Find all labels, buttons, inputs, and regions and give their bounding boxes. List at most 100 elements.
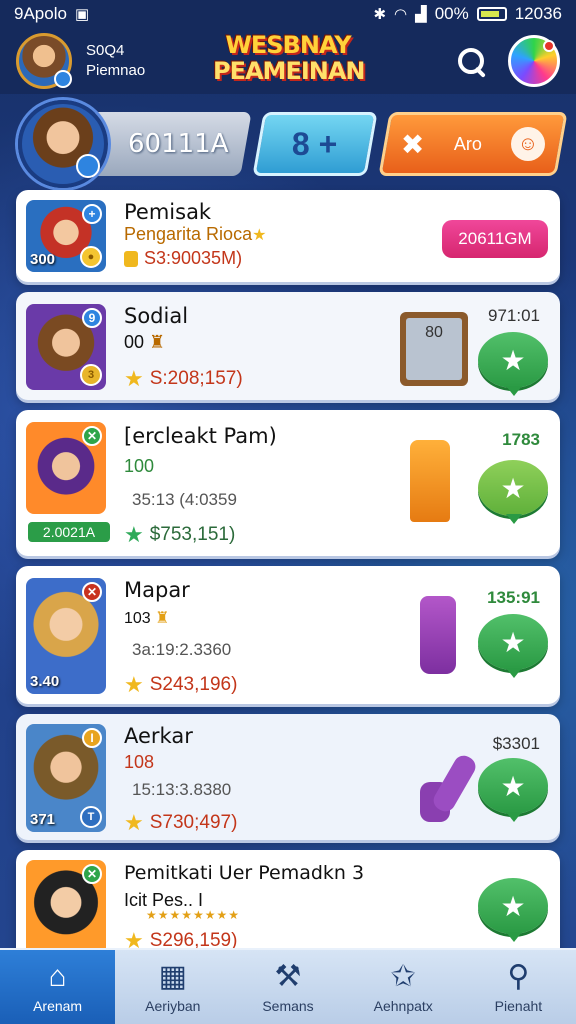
star-icon: ★: [500, 472, 526, 504]
trophy-icon: ♜: [149, 332, 166, 352]
item-thumbnail: + 300 ●: [26, 200, 106, 272]
bottle-icon: [420, 596, 456, 674]
smile-icon: ☺: [510, 127, 545, 161]
coin-icon: ●: [80, 246, 102, 268]
calendar-icon: ▦: [158, 960, 187, 993]
nav-item-home[interactable]: ⌂ Arenam: [0, 950, 116, 1024]
list-item[interactable]: 9 3 Sodial 00 ♜ ★ S:208;157) 80 971:01 ★: [16, 292, 560, 400]
thumb-tag-icon: ✕: [82, 864, 102, 884]
list-item[interactable]: ✕ 2.0021A [ercleakt Pam) 100 35:13 (4:03…: [16, 410, 560, 556]
nav-label: Aehnpatx: [373, 998, 433, 1014]
thumb-label: 3.40: [30, 673, 60, 690]
favorite-button[interactable]: ★: [478, 614, 548, 678]
item-subtitle-text: Pengarita Rioca: [124, 224, 253, 244]
search-icon[interactable]: [456, 46, 486, 76]
star-badge-icon: ✩: [390, 960, 416, 993]
item-subtitle: 00 ♜: [124, 332, 165, 353]
favorite-button[interactable]: ★: [478, 460, 548, 524]
item-rating-text: $753,151): [149, 524, 236, 545]
item-rating-text: S243,196): [149, 674, 238, 695]
star-icon: ★: [124, 522, 144, 547]
item-thumbnail: ✕ 3.40: [26, 578, 106, 694]
item-subtitle-text: 103: [124, 610, 151, 627]
thumb-tag-icon: I: [82, 728, 102, 748]
note-board-icon: 80: [400, 312, 468, 386]
notification-icon: ▣: [74, 6, 90, 23]
app-logo: WESBNAY PEAMEINAN: [213, 31, 366, 85]
item-title: [ercleakt Pam): [124, 424, 277, 448]
user-avatar[interactable]: [16, 33, 72, 89]
star-icon: ★: [124, 672, 144, 697]
pipe-icon: [414, 744, 480, 822]
action-button-label: Aro: [453, 133, 482, 154]
bottom-nav: ⌂ Arenam ▦ Aeriyban ⚒ Semans ✩ Aehnpatx …: [0, 948, 576, 1024]
thumb-tag-icon: +: [82, 204, 102, 224]
item-title: Pemitkati Uer Pemadkn 3: [124, 862, 365, 884]
item-meta: 35:13 (4:0359: [132, 490, 237, 509]
item-subtitle: 103 ♜: [124, 608, 170, 628]
list-item[interactable]: ✕ 3.40 Mapar 103 ♜ 3a:19:2.3360 ★ S243,1…: [16, 566, 560, 704]
nav-item-tools[interactable]: ⚒ Semans: [230, 950, 345, 1024]
item-meta: 15:13:3.8380: [132, 780, 232, 799]
verified-badge-icon: [54, 70, 72, 88]
list-item[interactable]: + 300 ● Pemisak Pengarita Rioca★ S3:9003…: [16, 190, 560, 282]
item-rating: ★ S:208;157): [124, 366, 243, 392]
item-title: Aerkar: [124, 724, 193, 748]
note-board-label: 80: [406, 318, 462, 380]
item-subtitle: 108: [124, 752, 155, 772]
status-bar: 9Apolo ▣ ✱ ◠ ▟ 00% 12036: [0, 0, 576, 28]
item-chip: 2.0021A: [26, 520, 112, 544]
item-rating-text: S:208;157): [149, 368, 243, 389]
star-icon: ★: [124, 366, 144, 391]
item-title: Sodial: [124, 304, 189, 328]
clock: 12036: [514, 4, 562, 23]
item-title: Mapar: [124, 578, 190, 602]
wrench-icon: ✖: [401, 128, 425, 160]
item-side-value: 135:91: [487, 588, 540, 607]
logo-line-1: WESBNAY: [225, 31, 351, 59]
notification-dot-icon: [543, 40, 555, 52]
profile-orb-icon[interactable]: [508, 35, 560, 87]
nav-item-search[interactable]: ⚲ Pienaht: [461, 950, 576, 1024]
item-side-value: 1783: [502, 430, 540, 449]
battery-icon: [476, 7, 507, 21]
nav-label: Semans: [262, 998, 314, 1014]
logo-line-2: PEAMEINAN: [213, 57, 366, 85]
wifi-icon: ◠: [394, 6, 408, 23]
nav-label: Arenam: [33, 998, 83, 1014]
star-icon: ★: [500, 626, 526, 658]
item-rating: ★ S730;497): [124, 810, 237, 836]
add-button-label: 8 +: [292, 125, 338, 162]
hero-avatar[interactable]: [18, 100, 108, 188]
trophy-icon: ♜: [155, 610, 170, 627]
add-button[interactable]: 8 +: [252, 112, 378, 176]
tools-icon: ⚒: [274, 960, 302, 993]
item-thumbnail: ✕: [26, 422, 106, 514]
battery-percent: 00%: [434, 4, 469, 23]
item-subtitle-text: 00: [124, 332, 145, 352]
star-icon: ★: [500, 770, 526, 802]
favorite-button[interactable]: ★: [478, 332, 548, 396]
list-item[interactable]: I 371 T Aerkar 108 15:13:3.8380 ★ S730;4…: [16, 714, 560, 840]
hero-badge-icon: [76, 154, 100, 178]
favorite-button[interactable]: ★: [478, 878, 548, 942]
nav-label: Aeriyban: [145, 998, 201, 1014]
action-button[interactable]: ✖ Aro ☺: [378, 112, 568, 176]
item-subtitle: Pengarita Rioca★: [124, 224, 266, 245]
item-thumbnail: 9 3: [26, 304, 106, 390]
coin-icon: [124, 250, 138, 267]
thumb-tag-icon: ✕: [82, 582, 102, 602]
thumb-tag-icon: ✕: [82, 426, 102, 446]
user-info: S0Q4 Piemnao: [86, 41, 145, 81]
nav-item-calendar[interactable]: ▦ Aeriyban: [115, 950, 230, 1024]
item-rating: ★ S243,196): [124, 672, 237, 698]
favorite-button[interactable]: ★: [478, 758, 548, 822]
bluetooth-icon: ✱: [373, 6, 387, 23]
item-rating: ★ $753,151): [124, 522, 235, 548]
rating-stars-icon: ★★★★★★★★: [146, 908, 241, 922]
item-side-value: 971:01: [488, 306, 540, 325]
item-action-button[interactable]: 20611GM: [442, 220, 548, 258]
home-icon: ⌂: [48, 960, 67, 993]
nav-item-badges[interactable]: ✩ Aehnpatx: [346, 950, 461, 1024]
tool-badge-icon: T: [80, 806, 102, 828]
